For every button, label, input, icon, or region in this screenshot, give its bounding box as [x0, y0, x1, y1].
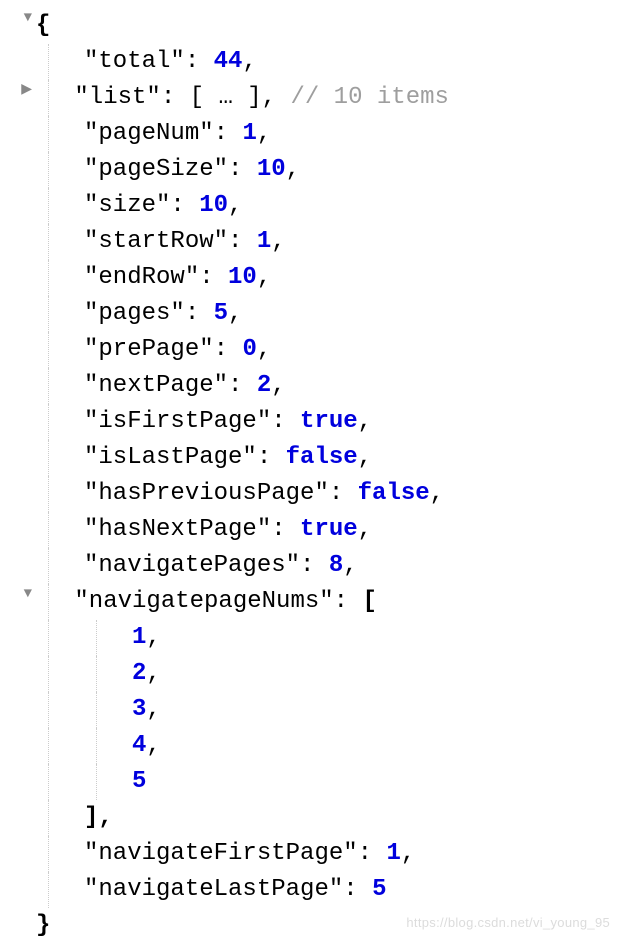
json-value: 5	[372, 876, 386, 903]
json-value: 5	[132, 768, 146, 795]
json-line-close-array: ],	[0, 800, 620, 836]
json-value: 1	[257, 228, 271, 255]
json-key: "endRow"	[84, 264, 199, 291]
collapsed-array[interactable]: [ … ],	[190, 84, 276, 111]
json-value: 5	[214, 300, 228, 327]
json-key: "size"	[84, 192, 170, 219]
json-key: "pages"	[84, 300, 185, 327]
json-value: true	[300, 516, 358, 543]
json-value: 3	[132, 696, 146, 723]
json-entry-pages: "pages": 5,	[0, 296, 620, 332]
json-entry-isLastPage: "isLastPage": false,	[0, 440, 620, 476]
json-entry-hasPreviousPage: "hasPreviousPage": false,	[0, 476, 620, 512]
json-value: 2	[132, 660, 146, 687]
json-value: 1	[132, 624, 146, 651]
json-array-item: 2,	[0, 656, 620, 692]
json-array-item: 4,	[0, 728, 620, 764]
json-value: 8	[329, 552, 343, 579]
chevron-down-icon: ▼	[24, 584, 32, 605]
json-key: "prePage"	[84, 336, 214, 363]
json-key: "list"	[74, 84, 160, 111]
json-key: "navigatePages"	[84, 552, 300, 579]
json-entry-pageSize: "pageSize": 10,	[0, 152, 620, 188]
json-value: 0	[242, 336, 256, 363]
json-entry-nextPage: "nextPage": 2,	[0, 368, 620, 404]
json-key: "total"	[84, 48, 185, 75]
json-key: "isFirstPage"	[84, 408, 271, 435]
json-value: 44	[214, 48, 243, 75]
chevron-down-icon: ▼	[24, 8, 32, 29]
json-key: "isLastPage"	[84, 444, 257, 471]
json-value: 2	[257, 372, 271, 399]
fold-toggle-navigatepageNums[interactable]: ▼	[0, 584, 36, 605]
json-entry-navigateLastPage: "navigateLastPage": 5	[0, 872, 620, 908]
json-key: "hasPreviousPage"	[84, 480, 329, 507]
json-key: "pageSize"	[84, 156, 228, 183]
json-entry-navigateFirstPage: "navigateFirstPage": 1,	[0, 836, 620, 872]
json-line-open: ▼ {	[0, 8, 620, 44]
json-array-item: 3,	[0, 692, 620, 728]
json-entry-hasNextPage: "hasNextPage": true,	[0, 512, 620, 548]
json-comment: // 10 items	[290, 84, 448, 111]
json-key: "navigatepageNums"	[74, 588, 333, 615]
json-value: false	[286, 444, 358, 471]
json-array-item: 1,	[0, 620, 620, 656]
fold-toggle-list[interactable]: ▶	[0, 80, 36, 101]
open-bracket: [	[362, 588, 376, 615]
close-bracket: ],	[84, 804, 113, 831]
json-key: "nextPage"	[84, 372, 228, 399]
json-viewer: ▼ { "total": 44, ▶ "list": [ … ], // 10 …	[0, 8, 620, 944]
chevron-right-icon: ▶	[21, 80, 32, 101]
json-key: "navigateLastPage"	[84, 876, 343, 903]
json-array-item: 5	[0, 764, 620, 800]
json-key: "startRow"	[84, 228, 228, 255]
close-brace: }	[36, 912, 50, 939]
json-value: 10	[228, 264, 257, 291]
json-entry-isFirstPage: "isFirstPage": true,	[0, 404, 620, 440]
json-value: 10	[257, 156, 286, 183]
open-brace: {	[36, 12, 50, 39]
json-value: true	[300, 408, 358, 435]
json-value: 1	[242, 120, 256, 147]
json-entry-prePage: "prePage": 0,	[0, 332, 620, 368]
json-key: "pageNum"	[84, 120, 214, 147]
json-value: 1	[386, 840, 400, 867]
json-value: 4	[132, 732, 146, 759]
json-entry-navigatePages: "navigatePages": 8,	[0, 548, 620, 584]
watermark: https://blog.csdn.net/vi_young_95	[406, 913, 610, 933]
json-entry-endRow: "endRow": 10,	[0, 260, 620, 296]
json-entry-list: ▶ "list": [ … ], // 10 items	[0, 80, 620, 116]
json-key: "navigateFirstPage"	[84, 840, 358, 867]
json-entry-total: "total": 44,	[0, 44, 620, 80]
json-entry-startRow: "startRow": 1,	[0, 224, 620, 260]
json-entry-pageNum: "pageNum": 1,	[0, 116, 620, 152]
fold-toggle-root[interactable]: ▼	[0, 8, 36, 29]
json-entry-size: "size": 10,	[0, 188, 620, 224]
json-value: false	[358, 480, 430, 507]
json-key: "hasNextPage"	[84, 516, 271, 543]
json-entry-navigatepageNums: ▼ "navigatepageNums": [	[0, 584, 620, 620]
json-value: 10	[199, 192, 228, 219]
